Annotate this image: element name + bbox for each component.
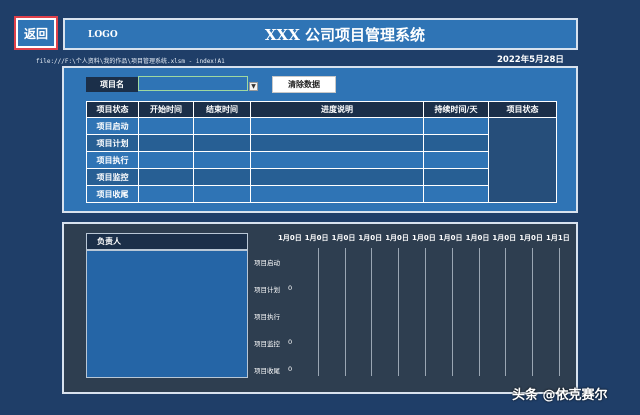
chevron-down-icon[interactable]: ▼ — [249, 82, 258, 91]
x-tick-label: 1月0日 — [438, 234, 463, 242]
logo: LOGO — [88, 30, 118, 40]
date-label: 2022年5月28日 — [497, 55, 564, 65]
end-cell[interactable] — [193, 185, 251, 203]
duration-cell[interactable] — [423, 151, 489, 169]
data-label: 0 — [288, 284, 293, 292]
x-tick-label: 1月0日 — [412, 234, 436, 242]
project-name-label: 项目名 — [86, 77, 138, 92]
x-tick-label: 1月0日 — [304, 234, 329, 242]
gridline — [398, 248, 400, 376]
data-label: 0 — [288, 338, 293, 346]
gridline — [559, 248, 560, 376]
gridline — [451, 248, 453, 376]
column-header: 开始时间 — [138, 101, 194, 118]
clear-data-button[interactable]: 清除数据 — [272, 76, 336, 93]
desc-cell[interactable] — [250, 134, 424, 152]
duration-cell[interactable] — [423, 168, 489, 186]
phase-cell: 项目监控 — [86, 168, 139, 186]
start-cell[interactable] — [138, 117, 194, 135]
end-cell[interactable] — [193, 117, 251, 135]
y-category-label: 项目启动 — [254, 259, 280, 267]
desc-cell[interactable] — [250, 185, 424, 203]
table-header-row: 项目状态 开始时间 结束时间 进度说明 持续时间/天 项目状态 — [86, 101, 557, 118]
phase-cell: 项目启动 — [86, 117, 139, 135]
phase-cell: 项目收尾 — [86, 185, 139, 203]
column-header: 进度说明 — [250, 101, 424, 118]
start-cell[interactable] — [138, 134, 194, 152]
y-category-label: 项目执行 — [254, 313, 280, 321]
gridline — [505, 248, 507, 376]
desc-cell[interactable] — [250, 151, 424, 169]
gridline — [425, 248, 426, 376]
gridline — [371, 248, 373, 376]
x-tick-label: 1月0日 — [465, 234, 490, 242]
gridline — [317, 248, 319, 376]
gridline — [532, 248, 534, 376]
hyperlink-tooltip: file:///F:\个人资料\我的作品\项目管理系统.xlsm - index… — [36, 56, 225, 65]
column-header: 项目状态 — [86, 101, 139, 118]
table-row: 项目启动 — [86, 117, 557, 203]
start-cell[interactable] — [138, 168, 194, 186]
phase-cell: 项目执行 — [86, 151, 139, 169]
project-status-table: 项目状态 开始时间 结束时间 进度说明 持续时间/天 项目状态 项目启动 项目计… — [86, 101, 557, 203]
gridline — [344, 248, 346, 376]
project-name-input[interactable] — [138, 76, 248, 91]
column-header: 项目状态 — [488, 101, 557, 118]
end-cell[interactable] — [193, 134, 251, 152]
gridline — [478, 248, 480, 376]
phase-cell: 项目计划 — [86, 134, 139, 152]
desc-cell[interactable] — [250, 117, 424, 135]
x-tick-label: 1月0日 — [331, 234, 356, 242]
x-tick-label: 1月0日 — [519, 234, 543, 242]
x-tick-label: 1月0日 — [278, 234, 302, 242]
table-row: 项目执行 — [86, 151, 557, 169]
y-category-label: 项目计划 — [254, 286, 280, 294]
x-tick-label: 1月1日 — [546, 234, 570, 242]
data-label: 0 — [288, 365, 293, 373]
y-category-label: 项目收尾 — [254, 367, 280, 375]
page-title: XXX 公司项目管理系统 — [264, 26, 426, 44]
table-row: 项目监控 — [86, 168, 557, 186]
desc-cell[interactable] — [250, 168, 424, 186]
column-header: 结束时间 — [193, 101, 251, 118]
duration-cell[interactable] — [423, 117, 489, 135]
end-cell[interactable] — [193, 168, 251, 186]
owner-list[interactable] — [86, 250, 248, 378]
start-cell[interactable] — [138, 151, 194, 169]
duration-cell[interactable] — [423, 185, 489, 203]
end-cell[interactable] — [193, 151, 251, 169]
watermark: 头条 @依克赛尔 — [512, 388, 608, 403]
x-tick-label: 1月0日 — [385, 234, 409, 242]
back-button[interactable]: 返回 — [14, 16, 58, 50]
status-cell — [488, 117, 557, 203]
x-tick-label: 1月0日 — [358, 234, 383, 242]
column-header: 持续时间/天 — [423, 101, 489, 118]
duration-cell[interactable] — [423, 134, 489, 152]
y-category-label: 项目监控 — [254, 340, 280, 348]
table-row: 项目计划 — [86, 134, 557, 152]
x-tick-label: 1月0日 — [492, 234, 517, 242]
start-cell[interactable] — [138, 185, 194, 203]
owner-header: 负责人 — [86, 233, 248, 250]
table-row: 项目收尾 — [86, 185, 557, 203]
